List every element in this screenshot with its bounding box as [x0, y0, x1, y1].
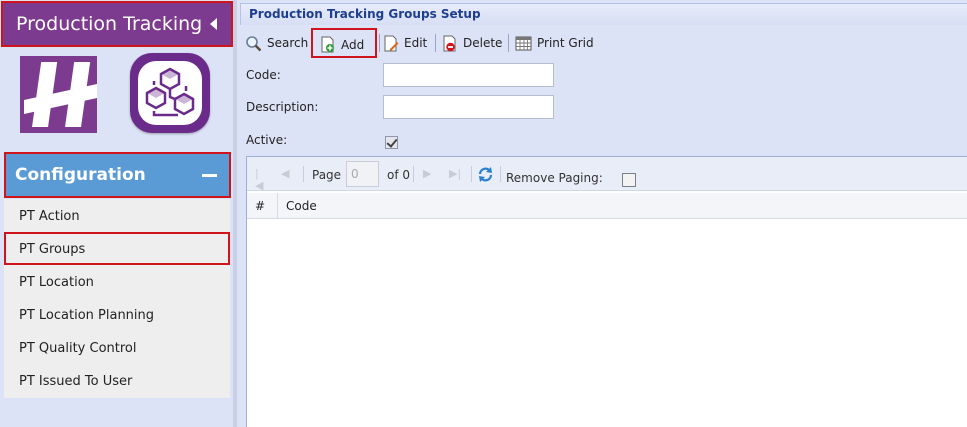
toolbar: Search Add Edit Delete Print Grid [240, 28, 967, 58]
toolbar-separator [508, 34, 509, 52]
sidebar-item-pt-groups[interactable]: PT Groups [4, 232, 230, 265]
print-grid-label: Print Grid [537, 36, 594, 50]
next-page-icon[interactable]: ▶ [423, 168, 435, 180]
sidebar-item-pt-location[interactable]: PT Location [4, 265, 230, 298]
add-button[interactable]: Add [311, 28, 377, 58]
sidebar-item-label: PT Action [19, 209, 80, 224]
edit-button[interactable]: Edit [382, 30, 428, 56]
page-title: Production Tracking Groups Setup [249, 7, 481, 21]
code-input[interactable] [383, 63, 554, 87]
panel-title-bar: Production Tracking Groups Setup [240, 3, 967, 25]
sidebar-item-label: PT Groups [19, 242, 86, 257]
active-label: Active: [246, 133, 288, 147]
code-label: Code: [246, 68, 281, 82]
sidebar-item-pt-location-planning[interactable]: PT Location Planning [4, 298, 230, 331]
prev-page-icon[interactable]: ◀ [281, 168, 293, 180]
magnifier-icon [246, 36, 262, 52]
refresh-icon[interactable] [477, 166, 494, 183]
description-input[interactable] [383, 95, 554, 119]
edit-label: Edit [404, 36, 428, 50]
column-header-number[interactable]: # [255, 199, 265, 213]
sidebar-item-pt-issued-to-user[interactable]: PT Issued To User [4, 364, 230, 397]
add-label: Add [341, 38, 365, 52]
search-button[interactable]: Search [245, 30, 309, 56]
configuration-header[interactable]: Configuration [4, 152, 231, 198]
grid-table-icon [515, 36, 532, 51]
sidebar-item-label: PT Quality Control [19, 341, 137, 356]
configuration-title: Configuration [15, 165, 146, 185]
delete-label: Delete [463, 36, 503, 50]
workflow-cubes-icon [145, 67, 195, 117]
sidebar-scrollbar[interactable] [233, 0, 237, 427]
company-logo [20, 56, 97, 133]
page-count-label: of 0 [387, 168, 411, 182]
toolbar-separator [379, 34, 380, 52]
remove-paging-checkbox[interactable] [622, 173, 636, 187]
main-panel: Production Tracking Groups Setup Search … [240, 0, 967, 427]
grid-pager: |◀ ◀ Page of 0 ▶ ▶| Remove Paging: [247, 157, 967, 192]
remove-paging-label: Remove Paging: [506, 171, 603, 185]
column-header-code[interactable]: Code [286, 199, 317, 213]
edit-document-icon [384, 35, 399, 52]
app-logo [130, 53, 210, 133]
groups-grid: |◀ ◀ Page of 0 ▶ ▶| Remove Paging: # Cod… [246, 156, 967, 427]
active-checkbox[interactable] [385, 136, 398, 149]
page-number-input[interactable] [346, 161, 379, 187]
sidebar-item-pt-quality-control[interactable]: PT Quality Control [4, 331, 230, 364]
h-logo-icon [20, 56, 97, 133]
grid-header-row: # Code [247, 193, 967, 219]
page-label: Page [312, 168, 342, 182]
module-title: Production Tracking [16, 13, 203, 35]
configuration-menu: PT Action PT Groups PT Location PT Locat… [4, 199, 230, 398]
first-page-icon[interactable]: |◀ [255, 168, 267, 192]
collapse-arrow-icon[interactable] [210, 18, 217, 30]
pager-separator [303, 166, 304, 182]
pager-separator [413, 166, 414, 182]
pager-separator [471, 166, 472, 182]
search-label: Search [267, 36, 309, 50]
print-grid-button[interactable]: Print Grid [515, 30, 595, 56]
sidebar-item-pt-action[interactable]: PT Action [4, 199, 230, 232]
toolbar-separator [435, 34, 436, 52]
column-separator[interactable] [277, 193, 278, 219]
sidebar-item-label: PT Location [19, 275, 94, 290]
sidebar-item-label: PT Issued To User [19, 374, 133, 389]
last-page-icon[interactable]: ▶| [449, 168, 461, 180]
description-label: Description: [246, 100, 319, 114]
sidebar: Production Tracking Configuration PT Act… [0, 0, 237, 427]
add-document-icon [321, 36, 334, 53]
pager-separator [500, 166, 501, 182]
delete-button[interactable]: Delete [441, 30, 503, 56]
sidebar-item-label: PT Location Planning [19, 308, 155, 323]
delete-document-icon [443, 35, 456, 52]
production-tracking-header[interactable]: Production Tracking [1, 1, 233, 47]
collapse-minus-icon[interactable] [202, 174, 217, 177]
